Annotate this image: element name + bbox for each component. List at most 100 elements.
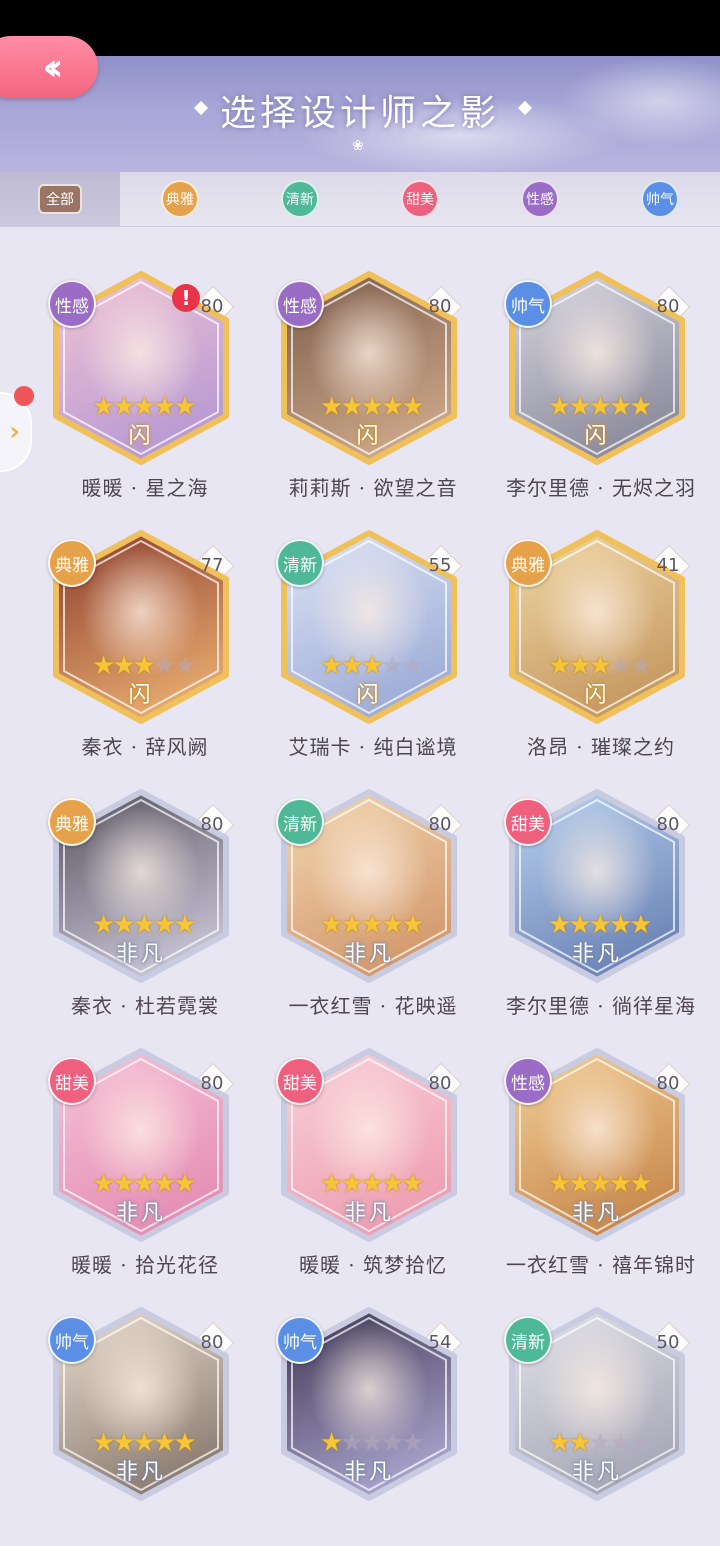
tab-fresh[interactable]: 清新: [240, 172, 360, 226]
star-rating: ★★★★★: [548, 651, 668, 681]
level-badge: 54: [420, 1322, 460, 1362]
level-badge: 80: [648, 286, 688, 326]
designer-card[interactable]: 帅气 80 ★★★★★ 非凡: [38, 1306, 252, 1546]
designer-card[interactable]: 甜美 80 ★★★★★ 非凡李尔里德 · 徜徉星海: [494, 788, 708, 1028]
flower-icon: ❀: [352, 138, 364, 154]
grade-mark: 闪: [356, 683, 382, 708]
level-badge: 41: [648, 545, 688, 585]
designer-card[interactable]: 清新 50 ★★★★★ 非凡: [494, 1306, 708, 1546]
designer-name: 艾瑞卡 · 纯白谧境: [288, 735, 458, 759]
level-badge: 77: [192, 545, 232, 585]
star-rating: ★★★★★: [320, 1428, 440, 1458]
style-badge: 典雅: [48, 539, 96, 587]
portrait-frame: 甜美 80 ★★★★★ 非凡: [276, 1047, 462, 1243]
portrait-frame: 清新 50 ★★★★★ 非凡: [504, 1306, 690, 1502]
portrait-frame: 甜美 80 ★★★★★ 非凡: [504, 788, 690, 984]
star-rating: ★★★★★: [92, 1169, 212, 1199]
style-badge: 典雅: [504, 539, 552, 587]
designer-name: 李尔里德 · 无烬之羽: [505, 476, 697, 500]
star-rating: ★★★★★: [548, 1169, 668, 1199]
designer-card[interactable]: 典雅 77 ★★★★★ 闪秦衣 · 辞风阙: [38, 529, 252, 769]
tab-label: 典雅: [161, 180, 199, 218]
designer-card[interactable]: 性感 80 ★★★★★ 闪莉莉斯 · 欲望之音: [266, 270, 480, 510]
star-rating: ★★★★★: [92, 651, 212, 681]
level-badge: 80: [420, 804, 460, 844]
designer-card[interactable]: 帅气 80 ★★★★★ 闪李尔里德 · 无烬之羽: [494, 270, 708, 510]
grade-mark: 非凡: [343, 1460, 394, 1485]
grade-mark: 闪: [356, 424, 382, 449]
style-badge: 甜美: [504, 798, 552, 846]
designer-card[interactable]: 清新 55 ★★★★★ 闪艾瑞卡 · 纯白谧境: [266, 529, 480, 769]
chevron-right-icon: ›: [9, 417, 20, 447]
designer-card[interactable]: 帅气 54 ★★★★★ 非凡: [266, 1306, 480, 1546]
grade-mark: 非凡: [571, 1201, 622, 1226]
grade-mark: 非凡: [343, 1201, 394, 1226]
grade-mark: 非凡: [115, 1201, 166, 1226]
tab-label: 帅气: [641, 180, 679, 218]
star-icon: ★: [173, 1428, 196, 1458]
star-rating: ★★★★★: [92, 910, 212, 940]
portrait-frame: 性感! 80 ★★★★★ 闪: [48, 270, 234, 466]
designer-name: 一衣红雪 · 禧年锦时: [505, 1253, 697, 1277]
star-icon: ★: [401, 651, 424, 681]
star-icon: ★: [173, 392, 196, 422]
designer-card[interactable]: 清新 80 ★★★★★ 非凡 一衣红雪 · 花映遥: [266, 788, 480, 1028]
designer-card[interactable]: 性感! 80 ★★★★★ 闪暖暖 · 星之海: [38, 270, 252, 510]
notification-dot: [14, 386, 34, 406]
star-rating: ★★★★★: [320, 1169, 440, 1199]
tab-elegant[interactable]: 典雅: [120, 172, 240, 226]
star-icon: ★: [401, 392, 424, 422]
level-badge: 80: [192, 804, 232, 844]
designer-name: 洛昂 · 璀璨之约: [526, 735, 676, 759]
designer-card[interactable]: 性感 80 ★★★★★ 非凡 一衣红雪 · 禧年锦时: [494, 1047, 708, 1287]
star-icon: ★: [173, 910, 196, 940]
portrait-frame: 甜美 80 ★★★★★ 非凡: [48, 1047, 234, 1243]
designer-card[interactable]: 甜美 80 ★★★★★ 非凡 暖暖 · 筑梦拾忆: [266, 1047, 480, 1287]
portrait-frame: 性感 80 ★★★★★ 非凡: [504, 1047, 690, 1243]
star-rating: ★★★★★: [548, 392, 668, 422]
tab-label: 性感: [521, 180, 559, 218]
tab-all[interactable]: 全部: [0, 172, 120, 226]
designer-card[interactable]: 典雅 41 ★★★★★ 闪洛昂 · 璀璨之约: [494, 529, 708, 769]
grade-mark: 非凡: [343, 942, 394, 967]
star-icon: ★: [401, 1428, 424, 1458]
portrait-frame: 典雅 80 ★★★★★ 非凡: [48, 788, 234, 984]
designer-name: 莉莉斯 · 欲望之音: [288, 476, 458, 500]
tab-sexy[interactable]: 性感: [480, 172, 600, 226]
designer-name: 秦衣 · 杜若霓裳: [70, 994, 220, 1018]
star-icon: ★: [173, 1169, 196, 1199]
style-badge: 帅气: [504, 280, 552, 328]
tab-cool[interactable]: 帅气: [600, 172, 720, 226]
style-badge: 帅气: [276, 1316, 324, 1364]
page-title: 选择设计师之影: [219, 93, 500, 134]
grade-mark: 非凡: [115, 942, 166, 967]
star-rating: ★★★★★: [548, 910, 668, 940]
designer-card[interactable]: 典雅 80 ★★★★★ 非凡秦衣 · 杜若霓裳: [38, 788, 252, 1028]
portrait-frame: 清新 80 ★★★★★ 非凡: [276, 788, 462, 984]
grade-mark: 闪: [128, 683, 154, 708]
level-badge: 50: [648, 1322, 688, 1362]
tab-label: 清新: [281, 180, 319, 218]
level-badge: 55: [420, 545, 460, 585]
level-badge: 80: [648, 1063, 688, 1103]
style-badge: 性感: [276, 280, 324, 328]
style-badge: 清新: [276, 798, 324, 846]
star-rating: ★★★★★: [92, 392, 212, 422]
grade-mark: 闪: [584, 683, 610, 708]
style-badge: 典雅: [48, 798, 96, 846]
tab-label: 全部: [38, 184, 82, 214]
portrait-frame: 典雅 41 ★★★★★ 闪: [504, 529, 690, 725]
style-badge: 帅气: [48, 1316, 96, 1364]
designer-card[interactable]: 甜美 80 ★★★★★ 非凡 暖暖 · 拾光花径: [38, 1047, 252, 1287]
style-badge: 甜美: [276, 1057, 324, 1105]
designer-name: 秦衣 · 辞风阙: [81, 735, 209, 759]
level-badge: 80: [192, 1322, 232, 1362]
tab-sweet[interactable]: 甜美: [360, 172, 480, 226]
star-icon: ★: [401, 910, 424, 940]
designer-name: 李尔里德 · 徜徉星海: [505, 994, 697, 1018]
style-badge: 清新: [276, 539, 324, 587]
level-badge: 80: [192, 286, 232, 326]
filter-tab-bar: 全部 典雅 清新 甜美 性感 帅气: [0, 172, 720, 227]
grade-mark: 闪: [128, 424, 154, 449]
star-icon: ★: [629, 392, 652, 422]
